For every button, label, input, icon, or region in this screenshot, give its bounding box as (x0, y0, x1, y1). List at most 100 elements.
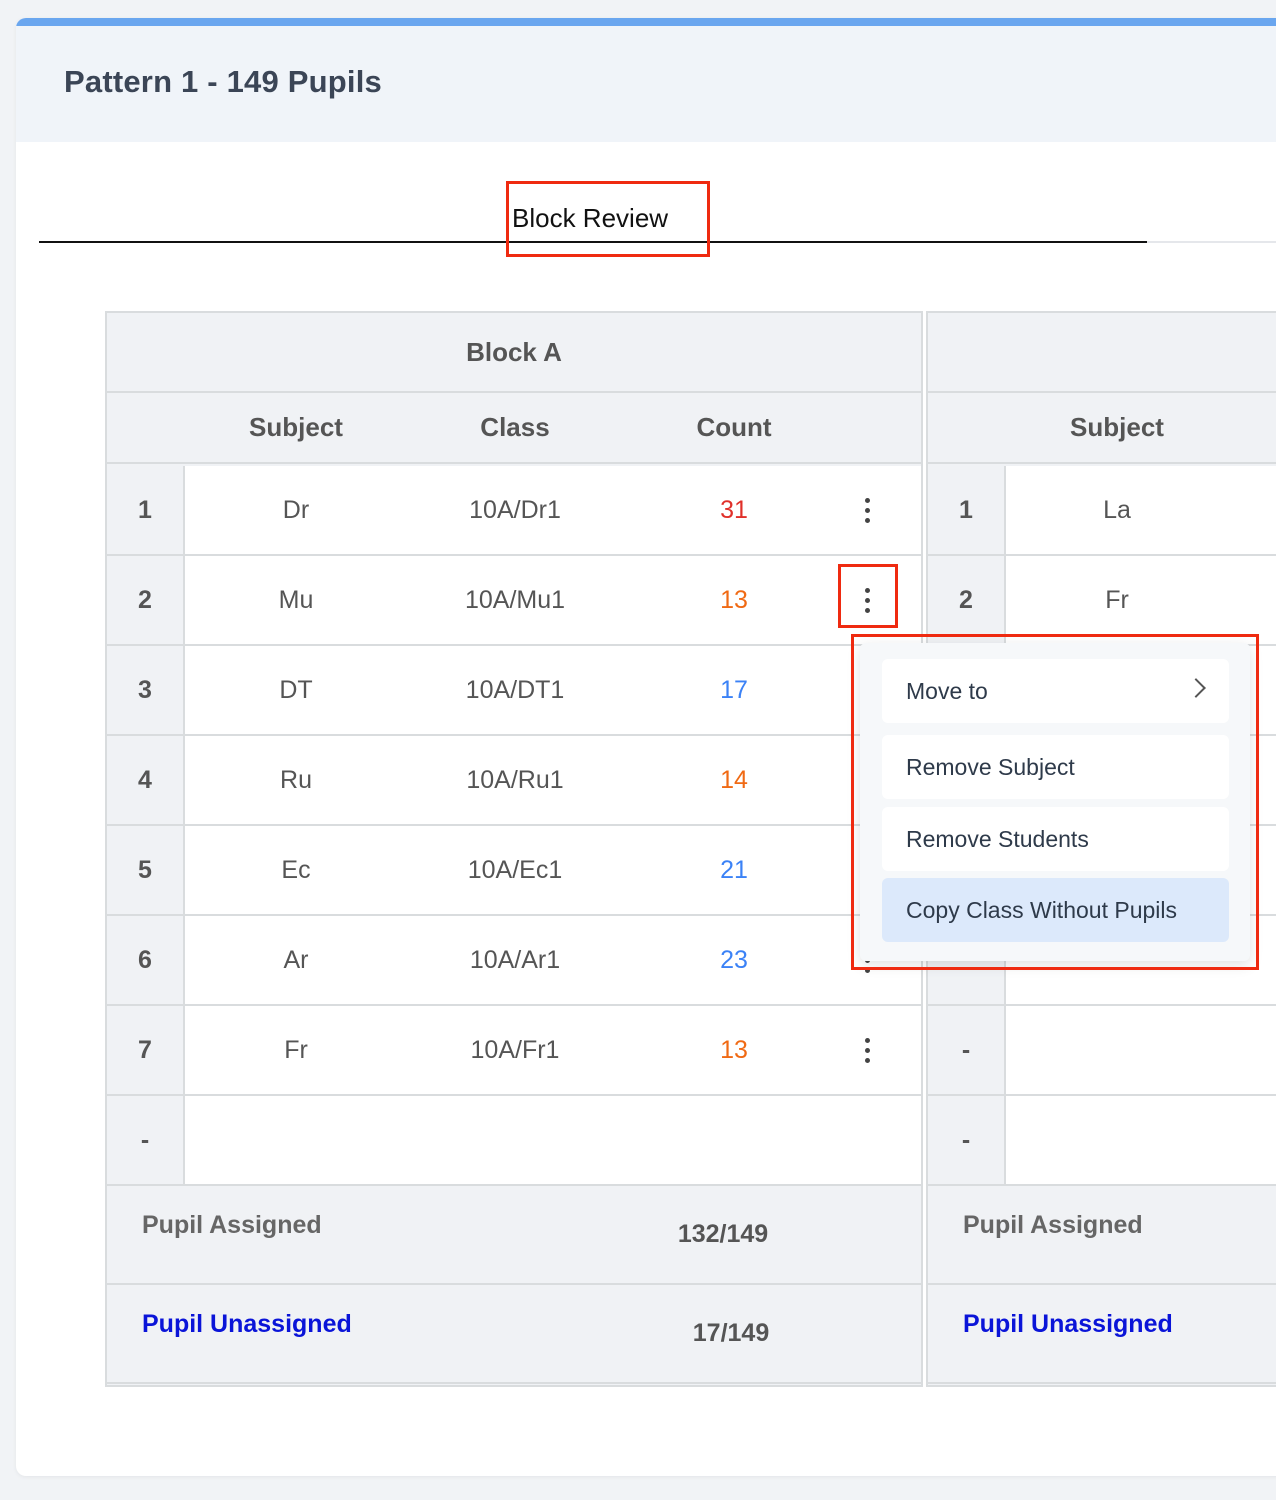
dot (864, 1037, 870, 1043)
table-row: - (928, 1096, 1276, 1186)
tab-block-review[interactable]: Block Review (512, 203, 668, 234)
column-header-subject: Subject (249, 412, 343, 442)
dot (864, 1057, 870, 1063)
table-row: 2 Mu 10A/Mu1 13 (107, 556, 921, 646)
row-body (1006, 1096, 1276, 1186)
menu-item-label: Copy Class Without Pupils (906, 896, 1177, 923)
pupil-unassigned-link[interactable]: Pupil Unassigned (142, 1310, 352, 1339)
row-number: 2 (928, 556, 1006, 646)
table-row: 1 La (928, 466, 1276, 556)
row-body: Dr 10A/Dr1 31 (185, 466, 921, 556)
more-options-icon[interactable] (852, 1035, 882, 1065)
class-cell: 10A/Ec1 (467, 855, 563, 884)
pupil-assigned-row: Pupil Assigned (928, 1186, 1276, 1285)
dot (864, 497, 870, 503)
row-body: Fr 10A/Fr1 13 (185, 1006, 921, 1096)
pupil-assigned-label: Pupil Assigned (963, 1211, 1143, 1239)
subject-cell: Dr (282, 495, 310, 524)
class-cell: 10A/Ar1 (469, 945, 561, 974)
row-body: Ar 10A/Ar1 23 (185, 916, 921, 1006)
subject-cell: DT (279, 675, 313, 704)
menu-item-remove-students[interactable]: Remove Students (882, 807, 1229, 871)
subject-cell: La (1103, 495, 1131, 524)
class-cell: 10A/Fr1 (470, 1035, 560, 1064)
column-header-subject: Subject (1070, 412, 1164, 442)
count-cell: 13 (720, 1035, 748, 1064)
menu-item-label: Remove Students (906, 825, 1089, 852)
subject-cell: Ru (280, 765, 312, 794)
table-row: 1 Dr 10A/Dr1 31 (107, 466, 921, 556)
pupil-assigned-value: 132/149 (677, 1220, 769, 1248)
subject-cell: Mu (278, 585, 314, 614)
menu-item-label: Remove Subject (906, 753, 1075, 780)
row-number: 1 (107, 466, 185, 556)
count-cell: 21 (720, 855, 748, 884)
count-cell: 14 (720, 765, 748, 794)
header-row: Subject Class Count (107, 393, 921, 464)
context-menu: Move to Remove Subject Remove Students C… (860, 643, 1250, 961)
dot (864, 507, 870, 513)
menu-item-remove-subject[interactable]: Remove Subject (882, 735, 1229, 799)
class-cell: 10A/DT1 (465, 675, 565, 704)
dot (864, 1047, 870, 1053)
table-row: 2 Fr (928, 556, 1276, 646)
table-row: - (928, 1006, 1276, 1096)
row-body: DT 10A/DT1 17 (185, 646, 921, 736)
row-number: 5 (107, 826, 185, 916)
column-header-count: Count (696, 412, 772, 442)
menu-item-move-to[interactable]: Move to (882, 659, 1229, 723)
class-cell: 10A/Mu1 (464, 585, 566, 614)
card-header: Pattern 1 - 149 Pupils (16, 26, 1276, 142)
pupil-assigned-label: Pupil Assigned (142, 1211, 322, 1239)
pupil-unassigned-link[interactable]: Pupil Unassigned (963, 1310, 1173, 1339)
dot (864, 517, 870, 523)
more-options-icon[interactable] (852, 495, 882, 525)
table-row: - (107, 1096, 921, 1186)
table-row: 4 Ru 10A/Ru1 14 (107, 736, 921, 826)
dot (864, 607, 870, 613)
count-cell: 17 (720, 675, 748, 704)
dot (864, 597, 870, 603)
count-cell: 23 (720, 945, 748, 974)
row-body: Fr (1006, 556, 1276, 646)
class-cell: 10A/Dr1 (469, 495, 561, 524)
row-number: 6 (107, 916, 185, 1006)
column-header-class: Class (480, 412, 550, 442)
block-title (928, 313, 1276, 393)
header-row: Subject (928, 393, 1276, 464)
dot (864, 587, 870, 593)
table-row: 5 Ec 10A/Ec1 21 (107, 826, 921, 916)
menu-item-copy-class[interactable]: Copy Class Without Pupils (882, 878, 1229, 942)
class-cell: 10A/Ru1 (466, 765, 564, 794)
chevron-right-icon (1186, 678, 1206, 698)
count-cell: 13 (720, 585, 748, 614)
pupil-assigned-row: Pupil Assigned 132/149 (107, 1186, 921, 1285)
block-title: Block A (107, 313, 921, 393)
row-number: 3 (107, 646, 185, 736)
dot (864, 967, 870, 973)
card-accent-bar (16, 18, 1276, 26)
subject-cell: Ar (283, 945, 309, 974)
menu-item-label: Move to (906, 677, 988, 704)
row-number: - (928, 1006, 1006, 1096)
row-number: 7 (107, 1006, 185, 1096)
more-options-icon[interactable] (852, 585, 882, 615)
row-number: 2 (107, 556, 185, 646)
pupil-unassigned-row: Pupil Unassigned (928, 1285, 1276, 1384)
page-title: Pattern 1 - 149 Pupils (64, 64, 382, 99)
row-body (185, 1096, 921, 1186)
row-number: - (107, 1096, 185, 1186)
tab-underline (1147, 241, 1276, 243)
row-body: La (1006, 466, 1276, 556)
subject-cell: Fr (1105, 585, 1129, 614)
table-row: 3 DT 10A/DT1 17 (107, 646, 921, 736)
tab-underline-active (39, 241, 1147, 243)
row-body: Ru 10A/Ru1 14 (185, 736, 921, 826)
block-a-table: Block A Subject Class Count 1 Dr 10A/Dr1 31… (105, 311, 923, 1387)
subject-cell: Ec (281, 855, 311, 884)
row-body: Mu 10A/Mu1 13 (185, 556, 921, 646)
table-row: 6 Ar 10A/Ar1 23 (107, 916, 921, 1006)
row-body: Ec 10A/Ec1 21 (185, 826, 921, 916)
subject-cell: Fr (284, 1035, 308, 1064)
count-cell: 31 (720, 495, 748, 524)
